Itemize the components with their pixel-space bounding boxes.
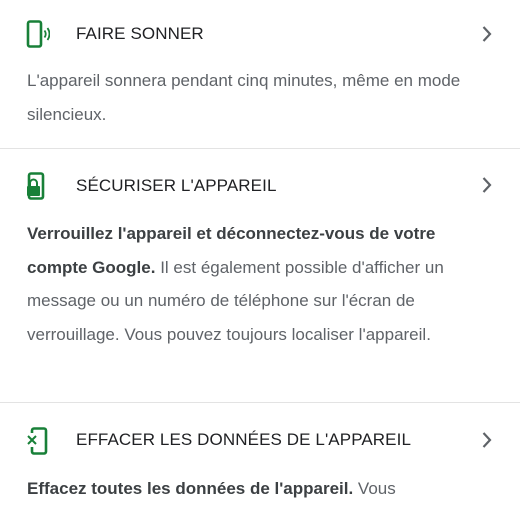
divider xyxy=(0,148,520,149)
secure-device-section: SÉCURISER L'APPAREIL Verrouillez l'appar… xyxy=(0,148,520,402)
erase-device-description-bold: Effacez toutes les données de l'appareil… xyxy=(27,479,354,498)
ring-device-title: FAIRE SONNER xyxy=(76,24,204,43)
chevron-right-icon[interactable] xyxy=(481,431,493,449)
device-actions-list: FAIRE SONNER L'appareil sonnera pendant … xyxy=(0,0,520,517)
erase-device-row[interactable]: EFFACER LES DONNÉES DE L'APPAREIL xyxy=(0,414,520,470)
ring-device-description-text: L'appareil sonnera pendant cinq minutes,… xyxy=(27,71,461,124)
phone-ring-icon xyxy=(26,20,50,48)
chevron-right-icon[interactable] xyxy=(481,25,493,43)
secure-device-title: SÉCURISER L'APPAREIL xyxy=(76,176,277,195)
ring-device-description: L'appareil sonnera pendant cinq minutes,… xyxy=(27,64,467,131)
erase-device-description-text: Vous xyxy=(353,479,396,498)
ring-device-section: FAIRE SONNER L'appareil sonnera pendant … xyxy=(0,0,520,148)
secure-device-description: Verrouillez l'appareil et déconnectez-vo… xyxy=(27,217,467,351)
erase-device-description: Effacez toutes les données de l'appareil… xyxy=(27,472,467,506)
secure-device-row[interactable]: SÉCURISER L'APPAREIL xyxy=(0,160,520,216)
phone-lock-icon xyxy=(27,172,45,200)
erase-device-section: EFFACER LES DONNÉES DE L'APPAREIL Efface… xyxy=(0,402,520,517)
erase-device-title: EFFACER LES DONNÉES DE L'APPAREIL xyxy=(76,430,411,449)
ring-device-row[interactable]: FAIRE SONNER xyxy=(0,6,520,62)
chevron-right-icon[interactable] xyxy=(481,176,493,194)
divider xyxy=(0,402,520,403)
phone-erase-icon xyxy=(26,427,48,455)
